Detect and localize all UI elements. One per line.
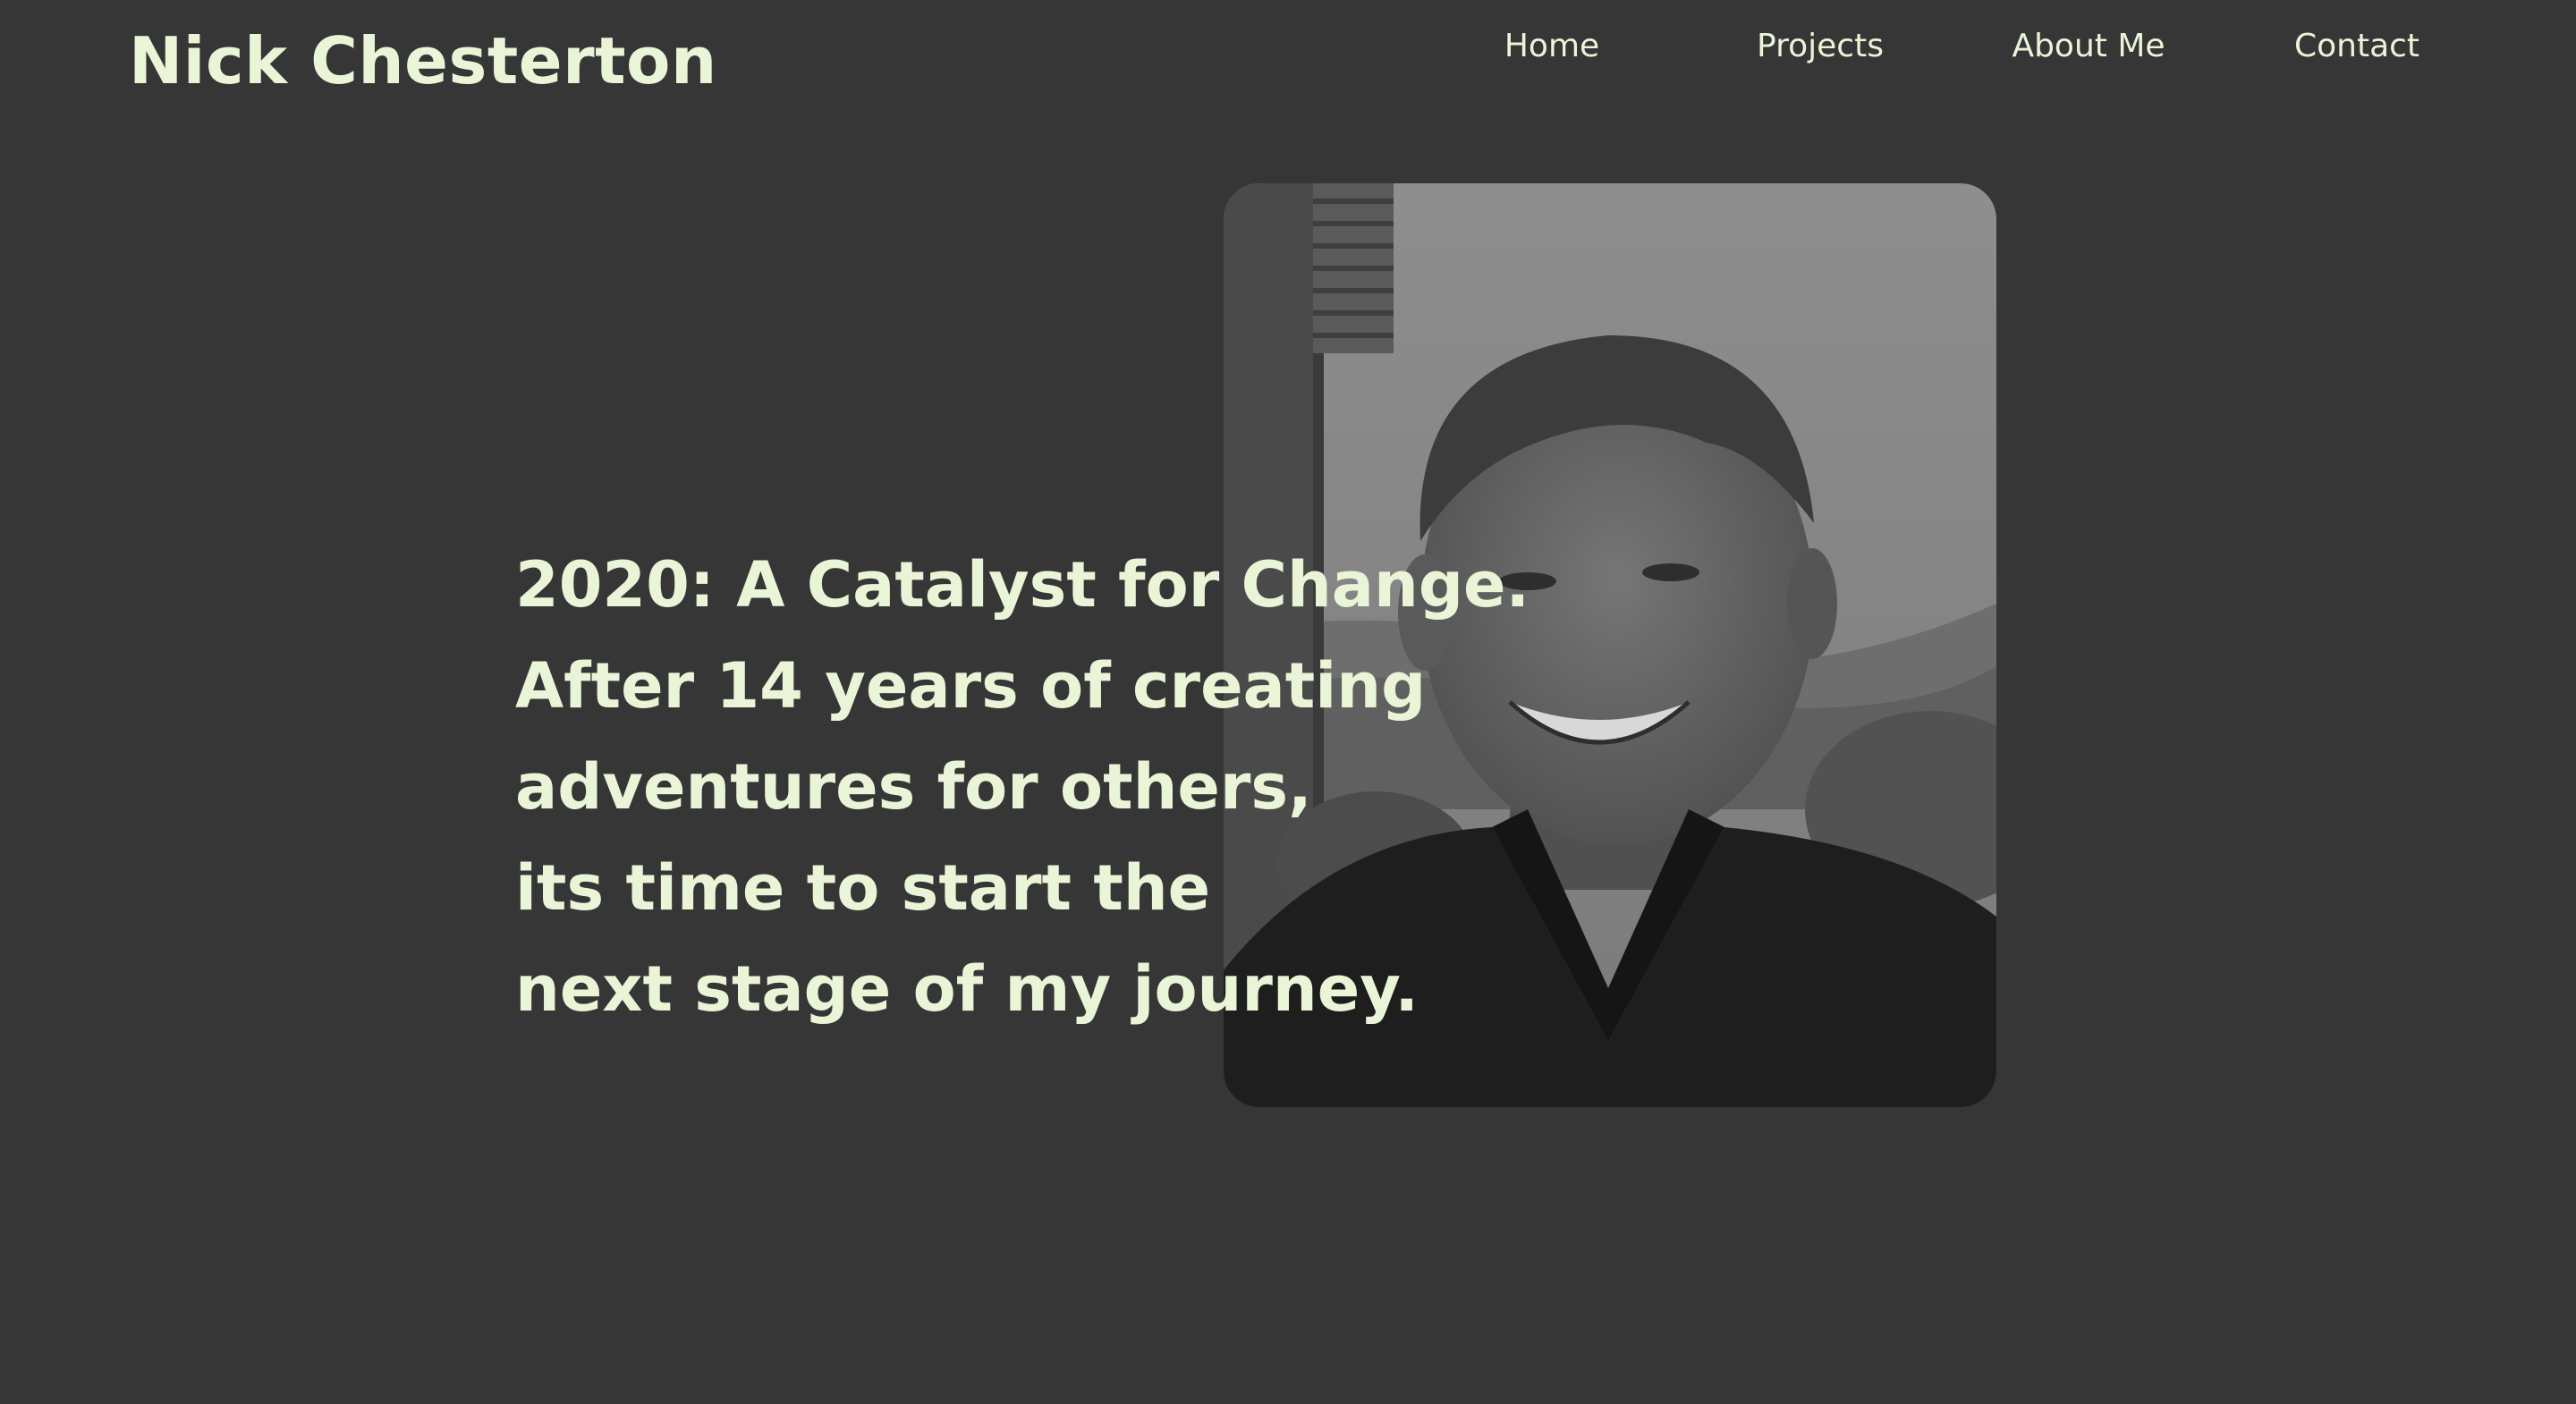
nav-contact-link[interactable]: Contact <box>2250 20 2464 73</box>
hero-heading: 2020: A Catalyst for Change. After 14 ye… <box>515 535 1530 1040</box>
nav-about-me-link[interactable]: About Me <box>1981 20 2196 73</box>
nav-home-link[interactable]: Home <box>1445 20 1659 73</box>
hero-line: After 14 years of creating <box>515 649 1427 723</box>
hero-line: its time to start the <box>515 851 1211 925</box>
page: Nick Chesterton Home Projects About Me C… <box>0 0 2576 1404</box>
nav-projects-link[interactable]: Projects <box>1713 20 1928 73</box>
hero-line: next stage of my journey. <box>515 952 1419 1026</box>
hero-line: adventures for others, <box>515 750 1312 824</box>
hero-line: 2020: A Catalyst for Change. <box>515 548 1530 622</box>
main-nav: Home Projects About Me Contact <box>0 20 2576 73</box>
